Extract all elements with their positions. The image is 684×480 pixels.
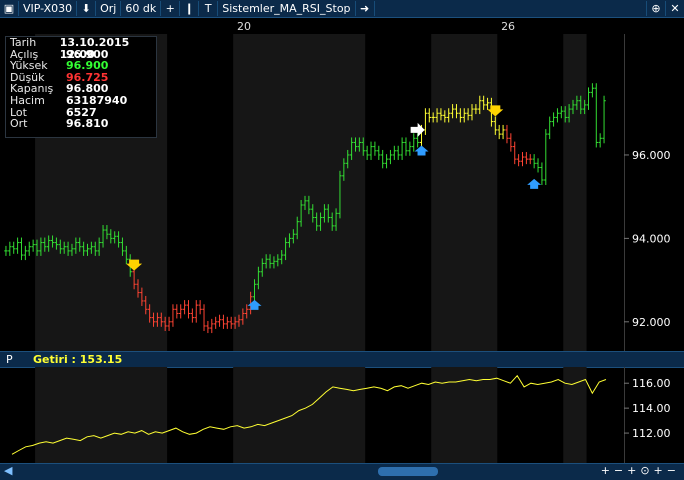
add-icon[interactable]: + (161, 1, 181, 16)
y-tick-label: 96.000 (632, 149, 671, 162)
bottom-scrollbar[interactable]: ◀ +−+⊙+− (0, 463, 684, 480)
y-tick-label: 92.000 (632, 316, 671, 329)
x-axis-labels: 20 26 (0, 18, 684, 34)
symbol-selector[interactable]: VIP-X030 (19, 1, 78, 16)
buy-arrow-icon (527, 178, 542, 189)
day-band (431, 34, 498, 351)
day-band (563, 367, 587, 463)
scrollbar-thumb[interactable] (378, 467, 438, 476)
info-value: 63187940 (66, 93, 128, 107)
info-row: Ort 96.810 (6, 118, 156, 130)
panel-label: P (6, 353, 13, 366)
scroll-left-icon[interactable]: ◀ (4, 464, 12, 477)
x-tick-label: 26 (501, 20, 516, 33)
tools-icon[interactable]: T (199, 1, 219, 16)
info-key: Hacim (10, 93, 45, 107)
x-tick-label: 20 (236, 20, 251, 33)
info-value: 96.810 (66, 117, 109, 131)
info-key: Tarih (10, 36, 37, 49)
y-tick-label: 94.000 (632, 232, 671, 245)
zoom-controls[interactable]: +−+⊙+− (601, 464, 680, 477)
day-band (35, 367, 168, 463)
y-tick-label: 116.00 (632, 377, 671, 390)
chart-toolbar: ▣ VIP-X030 ⬇ Orj 60 dk + ❙ T Sistemler_M… (0, 0, 684, 18)
pin-icon[interactable]: ⊕ (646, 1, 665, 16)
y-tick-label: 114.00 (632, 402, 671, 415)
chart-menu-icon[interactable]: ▣ (0, 1, 19, 16)
bar-info-box: Tarih 13.10.2015 12:00 Açılış 96.900 Yüksek 9… (5, 36, 157, 138)
info-row: Hacim 63187940 (6, 95, 156, 107)
bar-type-icon[interactable]: ❙ (180, 1, 200, 16)
day-band (431, 367, 498, 463)
y-tick-label: 112.00 (632, 427, 671, 440)
period-selector[interactable]: 60 dk (121, 1, 162, 16)
info-value: 13.10.2015 12:00 (59, 36, 130, 61)
system-selector[interactable]: Sistemler_MA_RSI_Stop (218, 1, 356, 16)
exit-arrow-icon (410, 122, 425, 137)
info-key: Ort (10, 117, 28, 131)
arrow-right-icon[interactable]: ➜ (356, 1, 375, 16)
buy-arrow-icon (414, 145, 429, 156)
return-panel-header: P Getiri : 153.15 (0, 351, 684, 368)
day-band (233, 367, 366, 463)
info-row: Tarih 13.10.2015 12:00 (6, 36, 156, 61)
close-icon[interactable]: ✕ (665, 1, 684, 16)
return-chart[interactable]: 112.00 114.00 116.00 (0, 367, 684, 463)
day-band (563, 34, 587, 351)
download-icon[interactable]: ⬇ (77, 1, 97, 16)
return-value: Getiri : 153.15 (33, 353, 123, 366)
mode-selector[interactable]: Orj (96, 1, 122, 16)
return-chart-panel[interactable]: 112.00 114.00 116.00 (0, 367, 684, 463)
